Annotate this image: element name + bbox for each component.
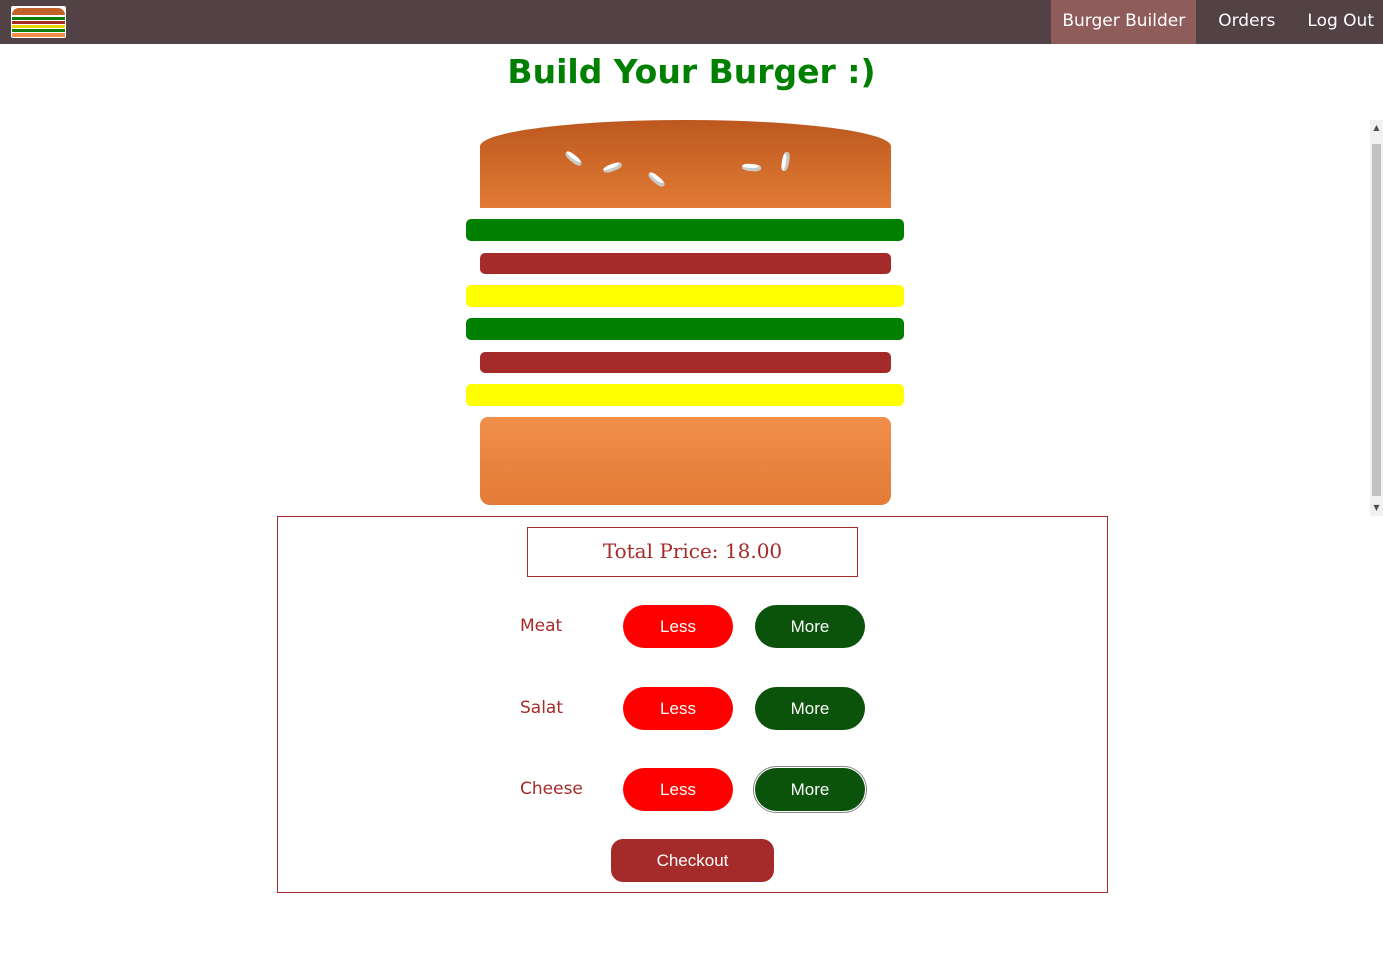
scroll-thumb[interactable]	[1372, 144, 1381, 496]
meat-layer	[480, 253, 891, 274]
cheese-layer	[466, 384, 904, 406]
control-row-meat: Meat Less More	[278, 605, 1107, 649]
meat-less-button[interactable]: Less	[623, 605, 733, 648]
navbar: Burger Builder Orders Log Out	[0, 0, 1383, 44]
meat-layer	[480, 352, 891, 373]
scroll-up-arrow-icon[interactable]: ▲	[1370, 122, 1383, 134]
control-label-salat: Salat	[520, 698, 564, 718]
salat-less-button[interactable]: Less	[623, 687, 733, 730]
seed	[602, 160, 623, 175]
scroll-down-arrow-icon[interactable]: ▼	[1370, 502, 1383, 514]
burger-preview: ▲ ▼	[0, 120, 1383, 516]
burger-scrollbar[interactable]: ▲ ▼	[1370, 120, 1383, 516]
seed	[646, 170, 667, 189]
seed	[780, 151, 791, 172]
seed	[741, 163, 762, 172]
control-label-cheese: Cheese	[520, 779, 583, 799]
checkout-button[interactable]: Checkout	[611, 839, 774, 882]
nav-link-burger-builder[interactable]: Burger Builder	[1051, 0, 1197, 44]
cheese-layer	[466, 285, 904, 307]
build-controls: Total Price: 18.00 Meat Less More Salat …	[277, 516, 1108, 893]
bread-top	[480, 120, 891, 208]
meat-more-button[interactable]: More	[755, 605, 865, 648]
total-price: Total Price: 18.00	[527, 527, 858, 577]
salat-more-button[interactable]: More	[755, 687, 865, 730]
salad-layer	[466, 318, 904, 340]
seed	[563, 149, 584, 168]
cheese-more-button[interactable]: More	[753, 766, 867, 813]
control-row-salat: Salat Less More	[278, 687, 1107, 731]
nav-link-log-out[interactable]: Log Out	[1297, 0, 1383, 44]
control-row-cheese: Cheese Less More	[278, 766, 1107, 813]
page-title: Build Your Burger :)	[507, 52, 876, 91]
cheese-less-button[interactable]: Less	[623, 768, 733, 811]
nav-links: Burger Builder Orders Log Out	[1051, 0, 1383, 44]
bread-bottom	[480, 417, 891, 505]
burger-logo-icon[interactable]	[11, 6, 66, 38]
control-label-meat: Meat	[520, 616, 563, 636]
nav-link-orders[interactable]: Orders	[1208, 0, 1285, 44]
salad-layer	[466, 219, 904, 241]
